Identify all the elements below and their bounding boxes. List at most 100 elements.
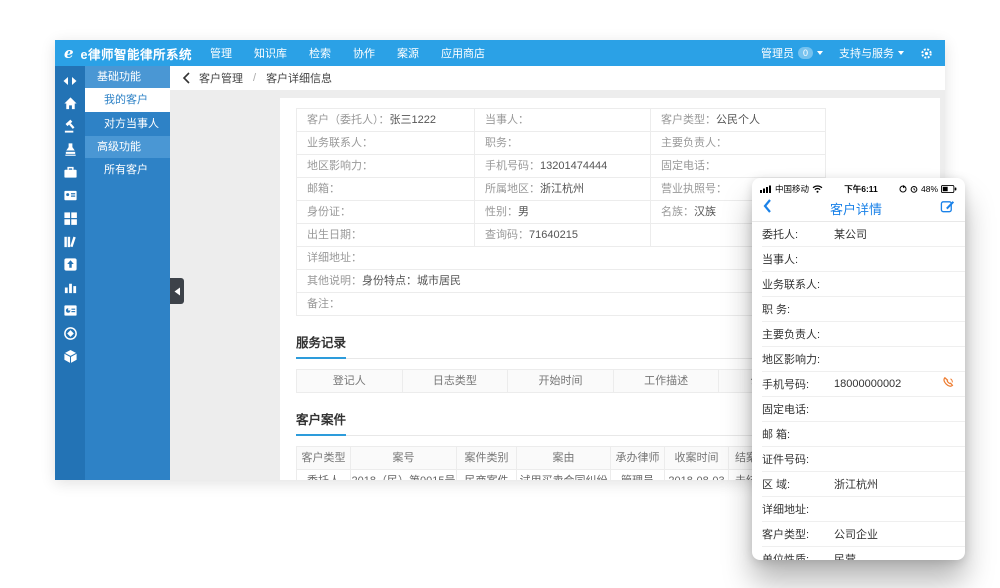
nav-item-collaborate[interactable]: 协作 xyxy=(353,45,375,61)
app-logo-icon: e xyxy=(64,44,74,62)
phone-back-button[interactable] xyxy=(762,198,772,219)
field-other-notes: 其他说明：身份特点：城市居民 xyxy=(297,270,825,292)
breadcrumb-separator: / xyxy=(253,72,256,84)
phone-field-principal: 委托人:某公司 xyxy=(762,222,965,247)
cell-lawyer: 管理员 xyxy=(611,470,665,480)
nav-item-knowledge[interactable]: 知识库 xyxy=(254,45,287,61)
form-row: 邮箱： 所属地区：浙江杭州 营业执照号： xyxy=(297,178,825,201)
support-label: 支持与服务 xyxy=(839,45,894,61)
signal-icon xyxy=(760,185,772,193)
phone-field-id-number: 证件号码: xyxy=(762,447,965,472)
gear-icon xyxy=(920,47,933,60)
client-cases-section: 客户案件 客户类型 案号 案件类别 案由 承办律师 收案时间 结案状态 xyxy=(296,409,826,480)
form-row: 地区影响力： 手机号码：13201474444 固定电话： xyxy=(297,155,825,178)
cell-case-number: 2018（民）第0015号 xyxy=(351,470,457,480)
nav-item-app-store[interactable]: 应用商店 xyxy=(441,45,485,61)
rail-item-library[interactable] xyxy=(62,233,79,250)
carrier-label: 中国移动 xyxy=(775,183,809,195)
settings-button[interactable] xyxy=(920,47,933,60)
collapse-sidebar-button[interactable] xyxy=(62,72,79,89)
upload-icon xyxy=(63,257,78,272)
rail-item-contacts[interactable] xyxy=(62,187,79,204)
field-remarks: 备注： xyxy=(297,293,825,315)
sidebar-item-opposing-party[interactable]: 对方当事人 xyxy=(85,112,170,136)
rail-item-home[interactable] xyxy=(62,95,79,112)
phone-nav-bar: 客户详情 xyxy=(752,196,965,222)
table-header-row: 登记人 日志类型 开始时间 工作描述 公开状态 xyxy=(297,370,825,392)
user-menu[interactable]: 管理员 0 xyxy=(761,45,823,61)
column-log-type: 日志类型 xyxy=(403,370,509,392)
field-birth-date: 出生日期： xyxy=(297,224,475,246)
panel-collapse-handle[interactable] xyxy=(170,278,184,304)
phone-field-region: 区 域:浙江杭州 xyxy=(762,472,965,497)
field-client-type: 客户类型：公民个人 xyxy=(651,109,827,131)
rail-item-briefcase[interactable] xyxy=(62,164,79,181)
id-card-icon xyxy=(63,188,78,203)
section-title-client-cases: 客户案件 xyxy=(296,409,346,436)
compose-icon xyxy=(940,199,955,214)
rail-item-upload[interactable] xyxy=(62,256,79,273)
orientation-lock-icon xyxy=(899,185,907,193)
breadcrumb: 客户管理 / 客户详细信息 xyxy=(170,66,945,90)
breadcrumb-parent[interactable]: 客户管理 xyxy=(199,70,243,86)
form-row: 其他说明：身份特点：城市居民 xyxy=(297,270,825,293)
phone-edit-button[interactable] xyxy=(940,199,955,219)
form-row: 出生日期： 查询码：71640215 xyxy=(297,224,825,247)
sidebar-item-my-clients[interactable]: 我的客户 xyxy=(85,88,170,112)
user-badge: 0 xyxy=(798,47,813,59)
rail-item-stamp[interactable] xyxy=(62,141,79,158)
phone-field-region-influence: 地区影响力: xyxy=(762,347,965,372)
column-intake-date: 收案时间 xyxy=(665,447,729,469)
column-cause: 案由 xyxy=(517,447,611,469)
call-button[interactable] xyxy=(941,376,955,393)
rail-item-reports[interactable] xyxy=(62,302,79,319)
rail-item-statistics[interactable] xyxy=(62,279,79,296)
chevron-left-icon xyxy=(182,72,191,84)
column-work-description: 工作描述 xyxy=(614,370,720,392)
cell-case-category: 民商案件 xyxy=(457,470,517,480)
nav-item-manage[interactable]: 管理 xyxy=(210,45,232,61)
field-business-contact: 业务联系人： xyxy=(297,132,475,154)
sidebar-submenu: 基础功能 我的客户 对方当事人 高级功能 所有客户 xyxy=(85,66,170,480)
column-start-time: 开始时间 xyxy=(508,370,614,392)
support-menu[interactable]: 支持与服务 xyxy=(839,45,904,61)
chevron-left-icon xyxy=(762,198,772,214)
rail-item-archive[interactable] xyxy=(62,348,79,365)
battery-icon xyxy=(941,185,957,193)
app-title: e律师智能律所系统 xyxy=(81,44,192,63)
phone-page-title: 客户详情 xyxy=(772,199,940,218)
field-client-principal: 客户（委托人）：张三1222 xyxy=(297,109,475,131)
nav-item-search[interactable]: 检索 xyxy=(309,45,331,61)
field-query-code: 查询码：71640215 xyxy=(475,224,651,246)
phone-field-main-manager: 主要负责人: xyxy=(762,322,965,347)
report-icon xyxy=(63,303,78,318)
field-address: 详细地址： xyxy=(297,247,825,269)
field-email: 邮箱： xyxy=(297,178,475,200)
cell-client-type: 委托人 xyxy=(297,470,351,480)
stamp-icon xyxy=(63,142,78,157)
rail-item-seal[interactable] xyxy=(62,325,79,342)
clock-label: 下午6:11 xyxy=(823,183,899,195)
rail-item-apps[interactable] xyxy=(62,210,79,227)
phone-field-address: 详细地址: xyxy=(762,497,965,522)
field-region: 所属地区：浙江杭州 xyxy=(475,178,651,200)
cell-intake-date: 2018-08-03 xyxy=(665,470,729,480)
chevron-down-icon xyxy=(898,51,904,55)
cell-cause: 试用买卖合同纠纷 xyxy=(517,470,611,480)
triangle-left-icon xyxy=(174,287,181,296)
phone-icon xyxy=(941,376,955,390)
phone-field-mobile: 手机号码:18000000002 xyxy=(762,372,965,397)
rail-item-cases[interactable] xyxy=(62,118,79,135)
table-row[interactable]: 委托人 2018（民）第0015号 民商案件 试用买卖合同纠纷 管理员 2018… xyxy=(297,470,795,480)
nav-item-case-source[interactable]: 案源 xyxy=(397,45,419,61)
badge-icon xyxy=(63,326,78,341)
main-nav: 管理 知识库 检索 协作 案源 应用商店 xyxy=(210,45,485,61)
sidebar-item-all-clients[interactable]: 所有客户 xyxy=(85,158,170,182)
phone-field-business-contact: 业务联系人: xyxy=(762,272,965,297)
form-row: 业务联系人： 职务： 主要负责人： xyxy=(297,132,825,155)
phone-field-email: 邮 箱: xyxy=(762,422,965,447)
field-region-influence: 地区影响力： xyxy=(297,155,475,177)
back-button[interactable] xyxy=(182,72,191,84)
page: e e律师智能律所系统 管理 知识库 检索 协作 案源 应用商店 管理员 0 支… xyxy=(0,0,1000,588)
column-case-category: 案件类别 xyxy=(457,447,517,469)
